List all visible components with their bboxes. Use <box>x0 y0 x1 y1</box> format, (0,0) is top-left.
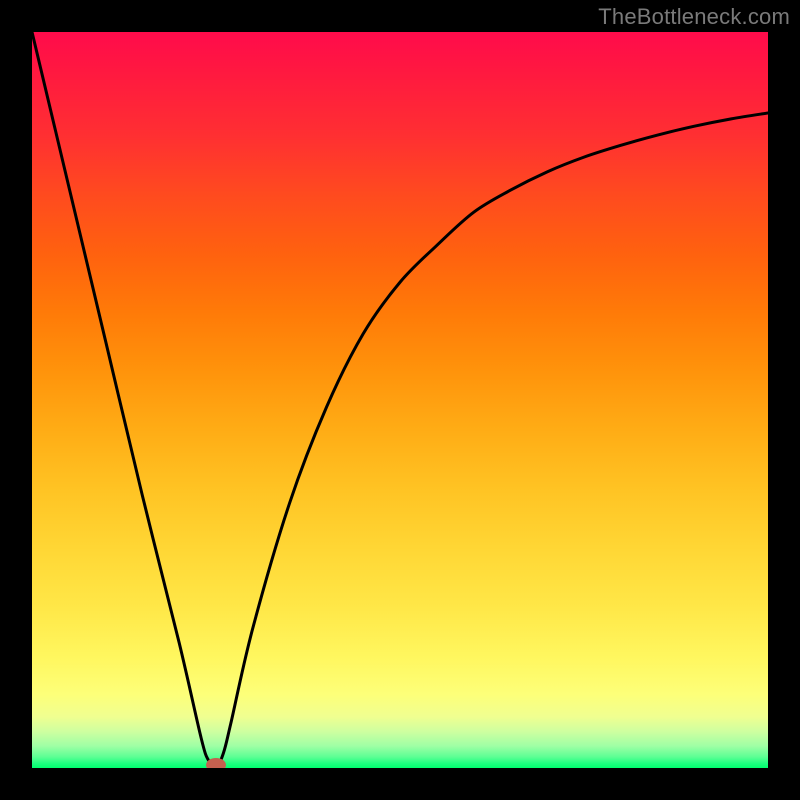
bottleneck-curve <box>32 32 768 768</box>
watermark-text: TheBottleneck.com <box>598 4 790 30</box>
curve-layer <box>32 32 768 768</box>
plot-area <box>32 32 768 768</box>
chart-frame: TheBottleneck.com <box>0 0 800 800</box>
